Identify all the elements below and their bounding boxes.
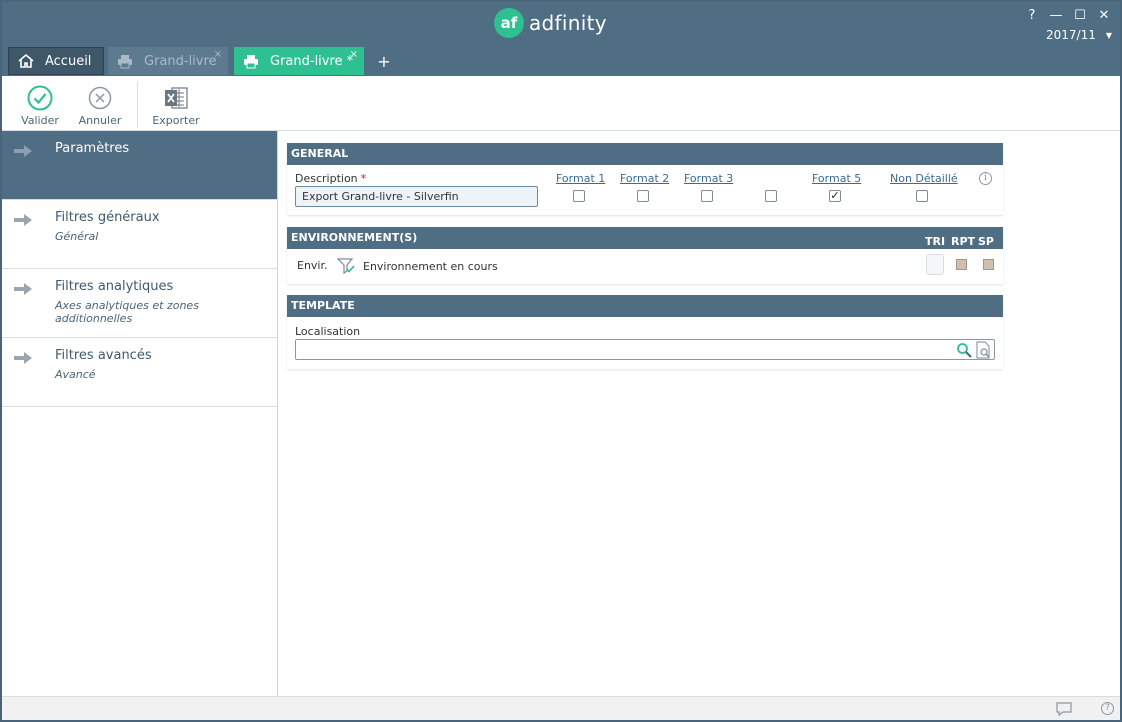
browse-file-icon[interactable] — [975, 341, 992, 359]
format-3-link[interactable]: Format 3 — [684, 172, 733, 185]
exporter-label: Exporter — [152, 114, 200, 127]
sidebar-item-filtres-generaux[interactable]: Filtres généraux Général — [2, 200, 277, 269]
sidebar-item-label: Filtres avancés — [55, 348, 152, 363]
non-detaille-link[interactable]: Non Détaillé — [890, 172, 958, 185]
tab-label: Grand-livre * — [270, 53, 354, 69]
arrow-right-icon — [14, 145, 32, 157]
tab-grand-livre-active[interactable]: Grand-livre * × — [234, 47, 364, 75]
tab-accueil[interactable]: Accueil — [8, 47, 104, 75]
window-controls: ? — ☐ ✕ — [1020, 6, 1116, 26]
check-circle-icon — [27, 84, 53, 112]
tab-label: Grand-livre — [144, 53, 217, 69]
cancel-circle-icon — [88, 84, 112, 112]
tab-close-icon[interactable]: × — [350, 49, 358, 60]
sidebar-item-sublabel: Axes analytiques et zones additionnelles — [55, 299, 199, 325]
status-bar: ? — [2, 696, 1120, 720]
tab-close-icon[interactable]: × — [214, 49, 222, 60]
format-5-link[interactable]: Format 5 — [812, 172, 861, 185]
required-mark: * — [360, 172, 367, 185]
col-sp: SP — [978, 235, 994, 248]
format-4-checkbox[interactable] — [765, 190, 777, 202]
tab-grand-livre[interactable]: Grand-livre × — [108, 47, 228, 75]
arrow-right-icon — [14, 352, 32, 364]
environment-panel: ENVIRONNEMENT(S) TRI RPT SP Envir. Envir… — [287, 227, 1003, 284]
general-panel: GENERAL Description* Format 1 Format 2 F… — [287, 143, 1003, 215]
help-icon[interactable]: ? — [1101, 702, 1114, 715]
sidebar-item-parametres[interactable]: Paramètres — [2, 131, 277, 200]
sidebar-item-sublabel: Général — [55, 230, 99, 243]
help-button[interactable]: ? — [1020, 6, 1044, 26]
description-input[interactable] — [295, 186, 538, 207]
valider-button[interactable]: Valider — [18, 84, 62, 127]
printer-icon — [242, 53, 260, 69]
format-1-checkbox[interactable] — [573, 190, 585, 202]
sidebar-item-sublabel: Avancé — [55, 368, 96, 381]
description-label-text: Description — [295, 172, 358, 185]
logo-mark: af — [494, 8, 524, 38]
home-icon — [17, 53, 35, 69]
arrow-right-icon — [14, 214, 32, 226]
valider-label: Valider — [21, 114, 59, 127]
toolbar: Valider Annuler Exporter — [2, 76, 1120, 131]
sp-checkbox[interactable] — [983, 259, 994, 270]
format-3-checkbox[interactable] — [701, 190, 713, 202]
localisation-input[interactable] — [295, 339, 995, 360]
rpt-checkbox[interactable] — [956, 259, 967, 270]
printer-icon — [116, 53, 134, 69]
format-5-checkbox[interactable]: ✓ — [829, 190, 841, 202]
format-1-link[interactable]: Format 1 — [556, 172, 605, 185]
minimize-button[interactable]: — — [1044, 6, 1068, 26]
tri-field[interactable] — [926, 254, 944, 275]
info-icon[interactable]: i — [979, 172, 992, 185]
panel-header-title: ENVIRONNEMENT(S) — [291, 231, 418, 244]
format-2-checkbox[interactable] — [637, 190, 649, 202]
period-selector[interactable]: 2017/11 ▼ — [1046, 28, 1112, 42]
localisation-label: Localisation — [295, 325, 361, 338]
toolbar-divider — [137, 82, 138, 128]
app-window: af adfinity ? — ☐ ✕ 2017/11 ▼ Accueil Gr… — [0, 0, 1122, 722]
sidebar-item-label: Filtres généraux — [55, 210, 160, 225]
close-window-button[interactable]: ✕ — [1092, 6, 1116, 26]
envir-value: Environnement en cours — [363, 260, 498, 273]
sidebar-item-label: Filtres analytiques — [55, 279, 174, 294]
app-logo: af adfinity — [494, 8, 607, 38]
panel-header: GENERAL — [287, 143, 1003, 165]
panel-header: ENVIRONNEMENT(S) TRI RPT SP — [287, 227, 1003, 249]
sidebar-item-filtres-avances[interactable]: Filtres avancés Avancé — [2, 338, 277, 407]
non-detaille-checkbox[interactable] — [916, 190, 928, 202]
tab-label: Accueil — [45, 53, 92, 69]
exporter-button[interactable]: Exporter — [148, 84, 204, 127]
caret-down-icon: ▼ — [1105, 30, 1112, 40]
excel-icon — [163, 84, 189, 112]
format-2-link[interactable]: Format 2 — [620, 172, 669, 185]
col-rpt: RPT — [951, 235, 976, 248]
sidebar-item-filtres-analytiques[interactable]: Filtres analytiques Axes analytiques et … — [2, 269, 277, 338]
title-bar: af adfinity ? — ☐ ✕ 2017/11 ▼ Accueil Gr… — [2, 2, 1120, 76]
maximize-button[interactable]: ☐ — [1068, 6, 1092, 26]
col-tri: TRI — [925, 235, 946, 248]
filter-check-icon[interactable] — [337, 257, 355, 275]
envir-label: Envir. — [297, 259, 328, 272]
annuler-button[interactable]: Annuler — [78, 84, 122, 127]
panel-header: TEMPLATE — [287, 295, 1003, 317]
sidebar: Paramètres Filtres généraux Général Filt… — [2, 131, 278, 696]
logo-text: adfinity — [529, 11, 607, 35]
sidebar-item-label: Paramètres — [55, 141, 130, 156]
chat-icon[interactable] — [1056, 702, 1072, 716]
period-value: 2017/11 — [1045, 28, 1096, 42]
template-panel: TEMPLATE Localisation — [287, 295, 1003, 369]
arrow-right-icon — [14, 283, 32, 295]
description-label: Description * — [295, 172, 366, 185]
add-tab-button[interactable]: + — [376, 52, 392, 71]
annuler-label: Annuler — [78, 114, 122, 127]
search-icon[interactable] — [956, 342, 972, 358]
